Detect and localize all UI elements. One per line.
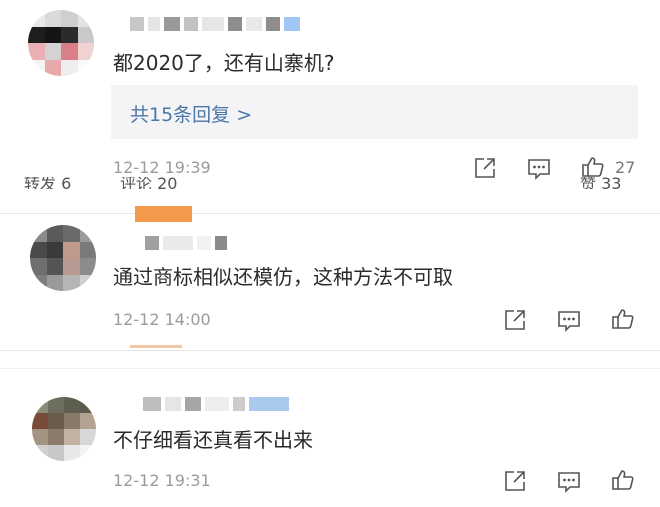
username-blurred[interactable] [130, 17, 300, 31]
partial-like-count: 赞 33 [580, 177, 622, 189]
divider [0, 350, 660, 351]
thumbs-up-icon[interactable] [611, 307, 635, 331]
avatar[interactable] [28, 10, 94, 76]
comment-text: 不仔细看还真看不出来 [113, 428, 313, 452]
timestamp: 12-12 14:00 [113, 310, 211, 329]
thumbs-up-icon[interactable] [611, 468, 635, 492]
comment-bubble-icon[interactable] [557, 470, 581, 494]
partial-repost-count: 转发 6 [24, 177, 72, 189]
comment-text: 通过商标相似还模仿，这种方法不可取 [113, 265, 453, 289]
username-blurred[interactable] [143, 397, 289, 411]
timestamp: 12-12 19:39 [113, 158, 211, 177]
thumbs-up-icon[interactable] [581, 155, 605, 179]
share-external-icon[interactable] [503, 469, 527, 493]
avatar[interactable] [32, 397, 96, 461]
share-external-icon[interactable] [503, 308, 527, 332]
replies-box[interactable]: 共15条回复 > [111, 85, 638, 139]
comment-text: 都2020了，还有山寨机? [113, 51, 335, 75]
partial-comment-count: 评论 20 [120, 177, 178, 189]
username-blurred[interactable] [145, 236, 227, 250]
timestamp: 12-12 19:31 [113, 471, 211, 490]
partial-action-row: 转发 6 评论 20 赞 33 [20, 177, 640, 189]
blurred-badge [130, 345, 182, 348]
view-replies-link[interactable]: 共15条回复 > [130, 100, 252, 127]
avatar[interactable] [30, 225, 96, 291]
like-count: 27 [615, 158, 636, 177]
blurred-badge [135, 206, 192, 222]
comment-bubble-icon[interactable] [557, 309, 581, 333]
divider [0, 368, 660, 369]
divider [0, 213, 660, 214]
